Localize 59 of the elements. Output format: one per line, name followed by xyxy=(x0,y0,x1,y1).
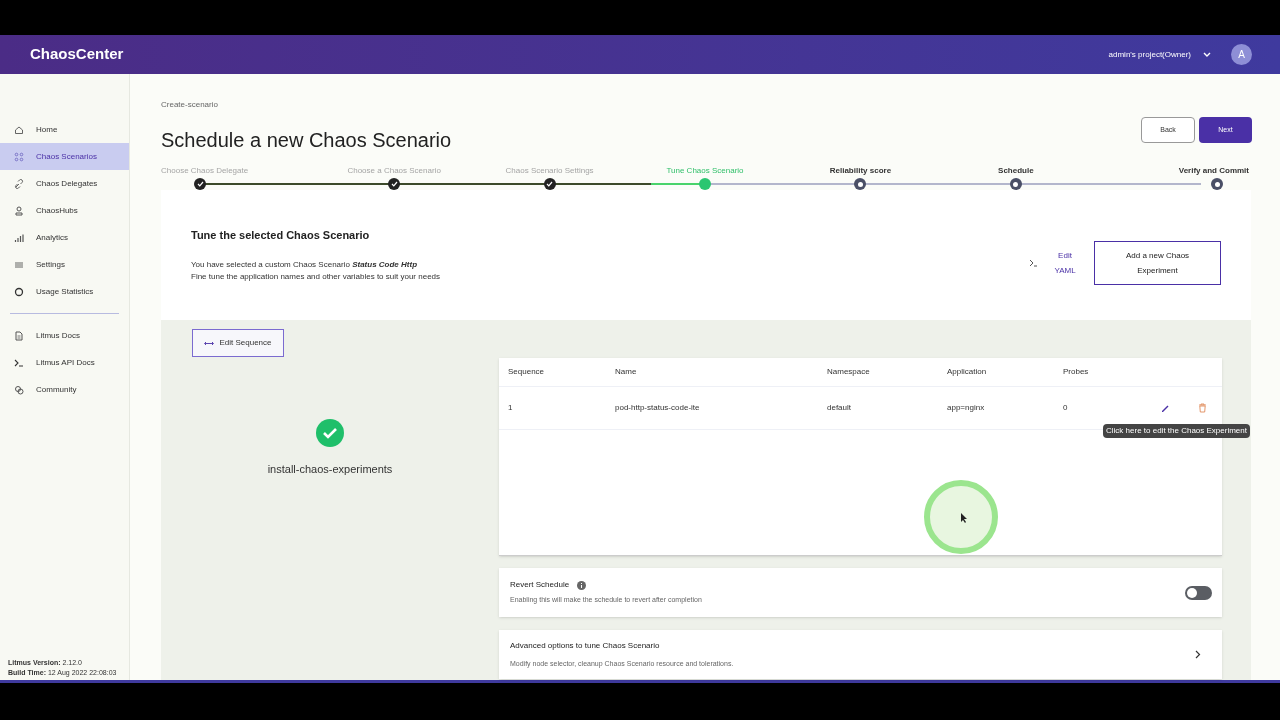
edit-sequence-button[interactable]: Edit Sequence xyxy=(192,329,284,357)
sidebar-item[interactable]: Home xyxy=(0,116,129,143)
chevron-right-icon xyxy=(1195,650,1201,659)
sidebar-item[interactable]: Community xyxy=(0,376,129,403)
grid-icon xyxy=(14,151,24,162)
sidebar-item[interactable]: Analytics xyxy=(0,224,129,251)
edit-yaml-button[interactable]: Edit YAML xyxy=(1029,248,1078,278)
arrows-icon xyxy=(204,340,215,346)
column-header: Sequence xyxy=(508,366,545,378)
section-heading: Tune the selected Chaos Scenario xyxy=(191,228,371,244)
info-icon xyxy=(577,580,587,590)
app-logo[interactable]: ChaosCenter xyxy=(30,43,124,66)
edit-icon[interactable] xyxy=(1160,403,1170,413)
column-header: Application xyxy=(947,366,987,378)
table-cell: default xyxy=(827,402,852,414)
description-text: You have selected a custom Chaos Scenario Status Code Http xyxy=(191,258,419,271)
table-cell: 0 xyxy=(1063,402,1068,414)
page-title: Schedule a new Chaos Scenario xyxy=(161,128,452,153)
bar-chart-icon xyxy=(14,232,24,243)
card-title: Revert Schedule xyxy=(510,579,570,592)
add-experiment-button[interactable]: Add a new Chaos Experiment xyxy=(1094,241,1221,285)
chat-icon xyxy=(14,384,24,395)
column-header: Name xyxy=(615,366,637,378)
step-label: Verify and Commit xyxy=(1178,165,1249,177)
step-label: Tune Chaos Scenario xyxy=(666,165,744,177)
description-text: Fine tune the application names and other variables to suit your needs xyxy=(191,270,441,283)
settings-icon xyxy=(14,259,24,270)
step-label: Chaos Scenario Settings xyxy=(505,165,594,177)
sidebar-item[interactable]: Settings xyxy=(0,251,129,278)
revert-toggle[interactable] xyxy=(1185,585,1212,600)
sidebar-item[interactable]: ChaosHubs xyxy=(0,197,129,224)
step-label: Reliability score xyxy=(829,165,892,177)
success-check-icon xyxy=(316,419,344,447)
column-header: Probes xyxy=(1063,366,1089,378)
document-icon xyxy=(14,330,24,341)
breadcrumb[interactable]: Create-scenario xyxy=(161,99,1249,111)
terminal-icon xyxy=(1029,259,1038,267)
chevron-down-icon xyxy=(1203,51,1211,58)
step-label: Choose Chaos Delegate xyxy=(161,165,249,177)
sidebar-item[interactable]: Litmus Docs xyxy=(0,322,129,349)
card-title: Advanced options to tune Chaos Scenario xyxy=(510,639,661,652)
home-icon xyxy=(14,124,24,135)
tooltip: Click here to edit the Chaos Experiment xyxy=(1103,424,1250,438)
sidebar-item[interactable]: Chaos Scenarios xyxy=(0,143,129,170)
terminal-icon xyxy=(14,357,24,368)
step-label: Schedule xyxy=(998,165,1034,177)
sidebar-item[interactable]: Litmus API Docs xyxy=(0,349,129,376)
link-icon xyxy=(14,178,24,189)
person-icon xyxy=(14,205,24,216)
step-label: Choose a Chaos Scenario xyxy=(347,165,441,177)
table-cell: 1 xyxy=(508,402,513,414)
table-cell: app=nginx xyxy=(947,402,985,414)
sidebar-item[interactable]: Usage Statistics xyxy=(0,278,129,305)
sidebar-item[interactable]: Chaos Delegates xyxy=(0,170,129,197)
project-selector[interactable]: admin's project(Owner) xyxy=(1108,48,1211,61)
workflow-node-label: install-chaos-experiments xyxy=(267,462,393,477)
column-header: Namespace xyxy=(827,366,870,378)
circle-icon xyxy=(14,286,24,297)
table-cell: pod-http-status-code-ite xyxy=(615,402,700,414)
